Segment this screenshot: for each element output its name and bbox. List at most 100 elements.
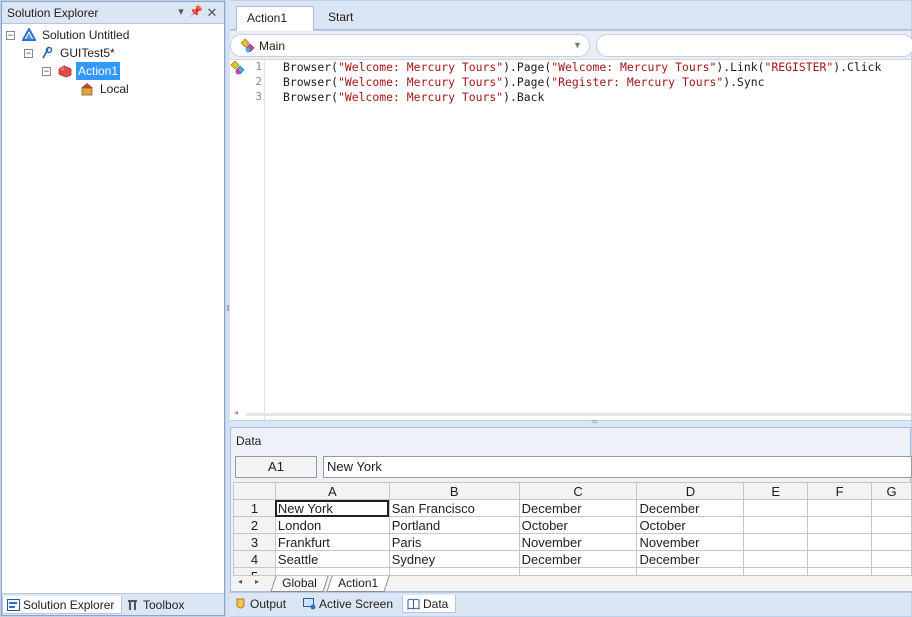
code-line-2[interactable]: Browser("Welcome: Mercury Tours").Page("… — [283, 75, 765, 89]
row-header[interactable]: 1 — [233, 499, 276, 517]
chevron-down-icon[interactable]: ▼ — [573, 40, 582, 50]
table-cell[interactable] — [743, 533, 809, 551]
table-cell[interactable] — [807, 550, 873, 568]
data-table-icon — [407, 598, 420, 610]
left-bottom-tabs: Solution Explorer Toolbox — [2, 593, 224, 615]
line-number: 3 — [255, 90, 262, 103]
table-cell[interactable]: Portland — [388, 516, 520, 534]
cell-value-input[interactable]: New York — [323, 456, 912, 478]
tab-active-screen[interactable]: Active Screen — [299, 595, 401, 613]
table-cell[interactable]: December — [518, 499, 638, 517]
code-string: "Welcome: Mercury Tours" — [338, 90, 504, 104]
tab-start-page[interactable]: Start Page — [318, 6, 394, 47]
table-cell[interactable] — [743, 550, 809, 568]
table-cell[interactable] — [518, 567, 638, 575]
solution-explorer-icon — [7, 599, 20, 611]
table-cell[interactable] — [871, 567, 912, 575]
tab-action1[interactable]: Action1✕ — [236, 6, 314, 49]
table-cell[interactable]: New York — [274, 499, 390, 517]
horizontal-scrollbar[interactable]: ◂ — [230, 408, 911, 418]
sheet-tab-strip: ◂ ▸ Global Action1 — [233, 575, 912, 592]
code-string: "Welcome: Mercury Tours" — [338, 75, 504, 89]
test-icon — [42, 46, 53, 59]
code-token: Browser( — [283, 60, 339, 74]
column-header[interactable]: F — [807, 482, 873, 500]
document-tabs: Action1✕ Start Page — [230, 1, 911, 49]
column-header[interactable]: G — [871, 482, 912, 500]
action-selector-combo[interactable]: Main ▼ — [230, 34, 590, 57]
table-cell[interactable]: San Francisco — [388, 499, 520, 517]
code-line-3[interactable]: Browser("Welcome: Mercury Tours").Back — [283, 90, 544, 104]
row-header[interactable]: 4 — [233, 550, 276, 568]
column-header[interactable]: A — [274, 482, 390, 500]
table-cell[interactable]: London — [274, 516, 390, 534]
collapse-icon[interactable]: − — [42, 67, 51, 76]
column-header[interactable]: C — [518, 482, 638, 500]
dropdown-icon[interactable]: ▾ — [174, 5, 188, 20]
table-cell[interactable]: December — [636, 499, 745, 517]
table-cell[interactable]: Frankfurt — [274, 533, 390, 551]
table-cell[interactable] — [807, 533, 873, 551]
collapse-icon[interactable]: − — [24, 49, 33, 58]
table-cell[interactable]: December — [636, 550, 745, 568]
code-line-1[interactable]: Browser("Welcome: Mercury Tours").Page("… — [283, 60, 881, 74]
table-cell[interactable] — [871, 533, 912, 551]
scroll-left-icon[interactable]: ◂ — [234, 408, 238, 417]
solution-icon — [22, 28, 36, 41]
table-cell[interactable] — [274, 567, 390, 575]
tree-item-test[interactable]: − GUITest5* — [24, 44, 214, 62]
table-cell[interactable]: Seattle — [274, 550, 390, 568]
column-header[interactable]: E — [743, 482, 809, 500]
sheet-tab-label: Action1 — [338, 576, 379, 590]
tree-item-local[interactable]: Local — [80, 80, 210, 98]
table-cell[interactable] — [636, 567, 745, 575]
tree-item-action1[interactable]: − Action1 — [42, 62, 212, 80]
row-header[interactable]: 5 — [233, 567, 276, 575]
row-header[interactable]: 3 — [233, 533, 276, 551]
table-cell[interactable] — [871, 516, 912, 534]
tree-item-solution[interactable]: − Solution Untitled — [6, 26, 216, 44]
tab-solution-explorer[interactable]: Solution Explorer — [2, 596, 122, 614]
cell-reference-box[interactable]: A1 — [235, 456, 317, 478]
close-icon[interactable]: ✕ — [205, 5, 219, 20]
action-icon — [58, 65, 72, 78]
table-cell[interactable] — [807, 516, 873, 534]
tree-label: Local — [100, 82, 129, 96]
sheet-tab-global[interactable]: Global — [270, 576, 329, 592]
row-header[interactable]: 2 — [233, 516, 276, 534]
table-cell[interactable] — [807, 499, 873, 517]
table-cell[interactable] — [871, 499, 912, 517]
table-cell[interactable]: Sydney — [388, 550, 520, 568]
procedure-selector-combo[interactable] — [596, 34, 912, 57]
corner-cell[interactable] — [233, 482, 276, 500]
tab-output[interactable]: Output — [230, 595, 298, 613]
data-grid: A B C D E F G 1 New York San Francisco D… — [233, 482, 912, 575]
sheet-next-icon[interactable]: ▸ — [255, 577, 259, 586]
table-cell[interactable]: October — [636, 516, 745, 534]
scrollbar-track[interactable] — [246, 413, 911, 416]
column-header[interactable]: B — [388, 482, 520, 500]
table-cell[interactable]: November — [636, 533, 745, 551]
sheet-tab-action1[interactable]: Action1 — [326, 576, 390, 592]
table-cell[interactable]: October — [518, 516, 638, 534]
table-cell[interactable]: December — [518, 550, 638, 568]
table-cell[interactable]: November — [518, 533, 638, 551]
code-editor[interactable]: 1 2 3 Browser("Welcome: Mercury Tours").… — [230, 60, 911, 420]
table-cell[interactable] — [388, 567, 520, 575]
tab-data[interactable]: Data — [402, 595, 456, 613]
tab-toolbox[interactable]: Toolbox — [123, 596, 203, 614]
table-cell[interactable] — [743, 567, 809, 575]
table-cell[interactable] — [871, 550, 912, 568]
sheet-prev-icon[interactable]: ◂ — [238, 577, 242, 586]
table-cell[interactable] — [743, 499, 809, 517]
code-token: ).Back — [503, 90, 545, 104]
column-header[interactable]: D — [636, 482, 745, 500]
splitter-grip-icon[interactable]: ═ — [592, 417, 598, 426]
collapse-icon[interactable]: − — [6, 31, 15, 40]
solution-explorer-titlebar: Solution Explorer ▾ 📌 ✕ — [2, 2, 224, 24]
table-cell[interactable] — [807, 567, 873, 575]
table-cell[interactable]: Paris — [388, 533, 520, 551]
pin-icon[interactable]: 📌 — [189, 5, 203, 20]
table-cell[interactable] — [743, 516, 809, 534]
solution-explorer-title: Solution Explorer — [7, 6, 99, 20]
